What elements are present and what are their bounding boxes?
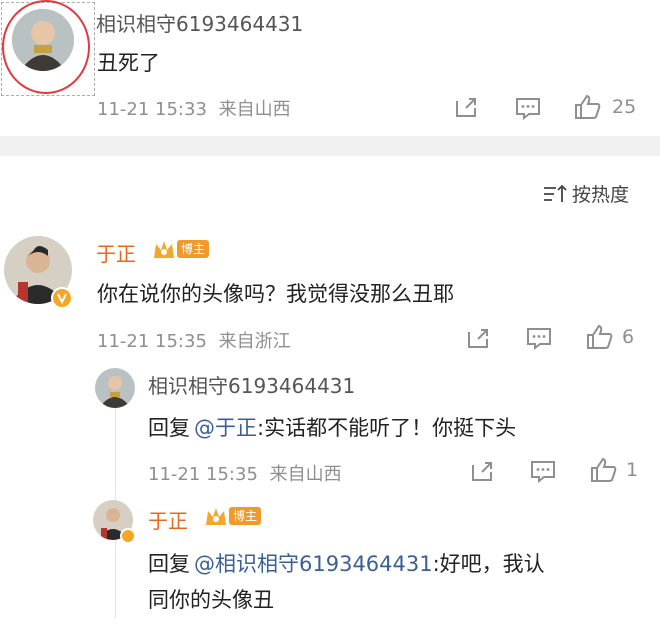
comment-author[interactable]: 相识相守6193464431 <box>96 8 303 37</box>
crown-icon <box>206 508 226 525</box>
share-button[interactable] <box>454 96 478 118</box>
blogger-badge: 博主 <box>204 505 262 527</box>
blogger-badge: 博主 <box>152 238 210 260</box>
comment-source: 来自山西 <box>218 99 291 120</box>
comment-button[interactable] <box>515 96 541 120</box>
comment-icon <box>516 98 540 120</box>
thumbs-up-icon <box>591 457 617 482</box>
reply2-time: 11-21 15:35 <box>148 464 258 485</box>
reply3-text-line2: 同你的头像丑 <box>148 588 274 612</box>
reply1-source: 来自浙江 <box>218 331 291 352</box>
avatar-person-icon <box>95 368 135 408</box>
verified-v-icon <box>57 293 67 304</box>
reply3-content: 回复 @相识相守6193464431:好吧，我认 同你的头像丑 <box>148 546 545 618</box>
reply2-source: 来自山西 <box>269 464 342 485</box>
reply3-line1: 回复 @相识相守6193464431:好吧，我认 <box>148 546 545 582</box>
like-count: 6 <box>622 326 635 348</box>
like-button[interactable]: 6 <box>586 324 634 350</box>
like-button[interactable]: 25 <box>574 94 636 120</box>
like-count: 1 <box>626 459 639 481</box>
reply1-text: 你在说你的头像吗？我觉得没那么丑耶 <box>97 282 454 306</box>
reply2-author[interactable]: 相识相守6193464431 <box>148 370 355 399</box>
crown-icon <box>154 241 174 258</box>
sort-icon <box>544 184 567 202</box>
comment-icon <box>527 328 551 350</box>
sort-label: 按热度 <box>572 184 630 206</box>
reply1-author[interactable]: 于正 <box>96 238 136 267</box>
avatar-person-icon <box>12 9 74 71</box>
share-button[interactable] <box>466 327 490 349</box>
mention-link[interactable]: @于正 <box>194 416 257 440</box>
comment-meta: 11-21 15:33 来自山西 <box>97 95 291 121</box>
reply1-meta: 11-21 15:35 来自浙江 <box>97 327 291 353</box>
thumbs-up-icon <box>587 324 613 349</box>
reply2-meta: 11-21 15:35 来自山西 <box>148 460 342 486</box>
comment-button[interactable] <box>530 459 556 483</box>
avatar[interactable] <box>12 9 74 71</box>
like-count: 25 <box>612 96 637 118</box>
reply1-time: 11-21 15:35 <box>97 331 207 352</box>
avatar[interactable] <box>95 368 135 408</box>
reply3-author[interactable]: 于正 <box>148 505 188 534</box>
thumbs-up-icon <box>575 94 601 119</box>
section-divider <box>0 136 660 156</box>
mention-link[interactable]: @相识相守6193464431 <box>194 552 433 576</box>
reply2-content: 回复 @于正:实话都不能听了！你挺下头 <box>148 412 516 442</box>
share-button[interactable] <box>470 460 494 482</box>
share-icon <box>456 98 476 117</box>
share-icon <box>468 329 488 348</box>
comment-time: 11-21 15:33 <box>97 99 207 120</box>
blogger-tag: 博主 <box>229 507 262 525</box>
sort-hot-button[interactable]: 按热度 <box>542 180 629 207</box>
reply2-text: :实话都不能听了！你挺下头 <box>257 416 517 440</box>
comment-text: 丑死了 <box>97 51 160 75</box>
comment-button[interactable] <box>526 326 552 350</box>
reply2-prefix: 回复 <box>148 416 190 440</box>
blogger-tag: 博主 <box>177 240 210 258</box>
like-button[interactable]: 1 <box>590 457 638 483</box>
comment-icon <box>531 461 555 483</box>
verified-badge <box>120 528 136 544</box>
reply3-prefix: 回复 <box>148 552 190 576</box>
verified-badge <box>51 287 73 309</box>
reply3-text-line1: :好吧，我认 <box>432 552 545 576</box>
share-icon <box>472 462 492 481</box>
